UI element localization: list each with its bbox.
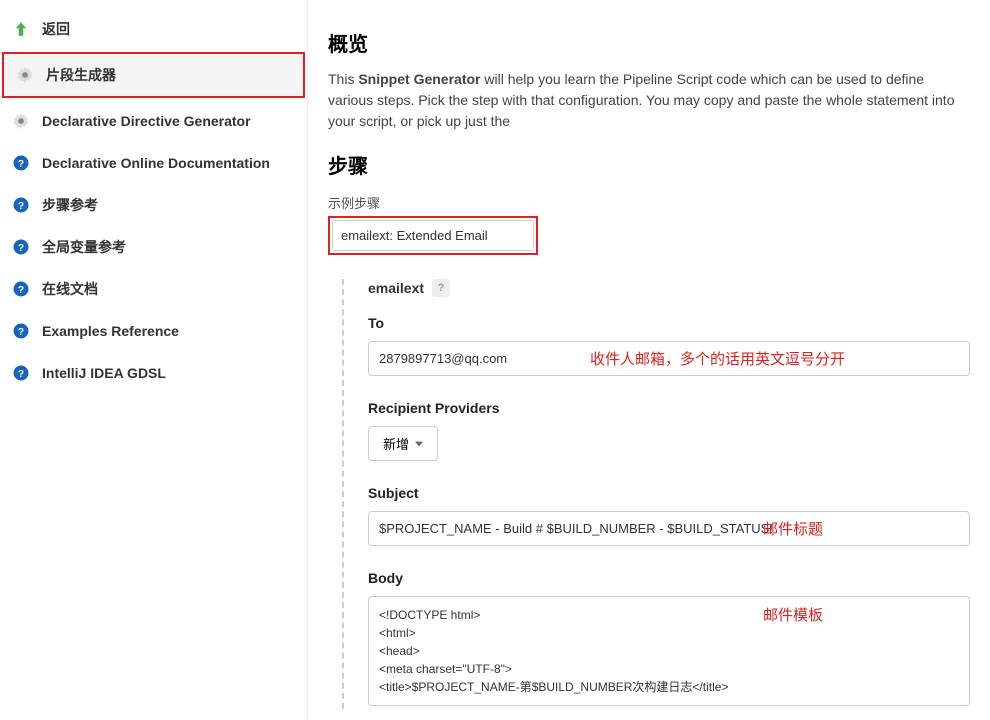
- svg-text:?: ?: [18, 242, 24, 254]
- to-annotation: 收件人邮箱，多个的话用英文逗号分开: [590, 348, 845, 369]
- recipients-label: Recipient Providers: [368, 400, 970, 416]
- sidebar-item-label: 步骤参考: [42, 195, 98, 215]
- help-mark-icon[interactable]: ?: [432, 279, 450, 297]
- sidebar-item-online-doc[interactable]: ? 在线文档: [0, 268, 307, 310]
- help-icon: ?: [10, 194, 32, 216]
- help-icon: ?: [10, 320, 32, 342]
- step-dropdown[interactable]: emailext: Extended Email: [332, 220, 534, 251]
- svg-text:?: ?: [18, 368, 24, 380]
- field-recipients: Recipient Providers 新增: [368, 400, 970, 461]
- sidebar-item-label: 片段生成器: [46, 65, 116, 85]
- body-annotation: 邮件模板: [763, 604, 823, 625]
- sidebar-item-label: 在线文档: [42, 279, 98, 299]
- sidebar-item-label: Declarative Online Documentation: [42, 155, 270, 171]
- overview-heading: 概览: [328, 28, 970, 57]
- sidebar-item-label: 全局变量参考: [42, 237, 126, 257]
- body-label: Body: [368, 570, 970, 586]
- example-step-label: 示例步骤: [328, 193, 970, 212]
- sidebar-item-label: 返回: [42, 19, 70, 39]
- field-subject: Subject 邮件标题: [368, 485, 970, 546]
- sidebar-item-label: IntelliJ IDEA GDSL: [42, 365, 166, 381]
- sidebar-item-directive-generator[interactable]: Declarative Directive Generator: [0, 100, 307, 142]
- sidebar-item-step-reference[interactable]: ? 步骤参考: [0, 184, 307, 226]
- field-body: Body 邮件模板: [368, 570, 970, 709]
- subject-annotation: 邮件标题: [763, 518, 823, 539]
- svg-text:?: ?: [18, 326, 24, 338]
- arrow-up-icon: [10, 18, 32, 40]
- subject-label: Subject: [368, 485, 970, 501]
- help-icon: ?: [10, 362, 32, 384]
- body-textarea[interactable]: [368, 596, 970, 706]
- add-recipient-button[interactable]: 新增: [368, 426, 438, 461]
- dropdown-highlight-box: emailext: Extended Email: [328, 216, 538, 255]
- main-content: 概览 This Snippet Generator will help you …: [308, 0, 990, 720]
- sidebar-item-snippet-generator[interactable]: 片段生成器: [4, 54, 303, 96]
- overview-description: This Snippet Generator will help you lea…: [328, 69, 970, 132]
- to-label: To: [368, 315, 970, 331]
- sidebar: 返回 片段生成器 Declarative Directive Generator…: [0, 0, 308, 720]
- sidebar-item-back[interactable]: 返回: [0, 8, 307, 50]
- sidebar-item-intellij-gdsl[interactable]: ? IntelliJ IDEA GDSL: [0, 352, 307, 394]
- svg-text:?: ?: [18, 158, 24, 170]
- svg-text:?: ?: [18, 200, 24, 212]
- sidebar-item-global-var-reference[interactable]: ? 全局变量参考: [0, 226, 307, 268]
- step-config-block: emailext ? To 收件人邮箱，多个的话用英文逗号分开 Recipien…: [342, 279, 970, 709]
- sidebar-item-online-doc-declarative[interactable]: ? Declarative Online Documentation: [0, 142, 307, 184]
- help-icon: ?: [10, 278, 32, 300]
- caret-down-icon: [415, 436, 423, 451]
- gear-icon: [10, 110, 32, 132]
- sidebar-item-label: Declarative Directive Generator: [42, 113, 251, 129]
- step-block-title: emailext ?: [368, 279, 970, 297]
- field-to: To 收件人邮箱，多个的话用英文逗号分开: [368, 315, 970, 376]
- highlight-active-item: 片段生成器: [2, 52, 305, 98]
- steps-heading: 步骤: [328, 150, 970, 179]
- help-icon: ?: [10, 152, 32, 174]
- sidebar-item-label: Examples Reference: [42, 323, 179, 339]
- svg-text:?: ?: [18, 284, 24, 296]
- help-icon: ?: [10, 236, 32, 258]
- subject-input[interactable]: [368, 511, 970, 546]
- sidebar-item-examples-reference[interactable]: ? Examples Reference: [0, 310, 307, 352]
- gear-icon: [14, 64, 36, 86]
